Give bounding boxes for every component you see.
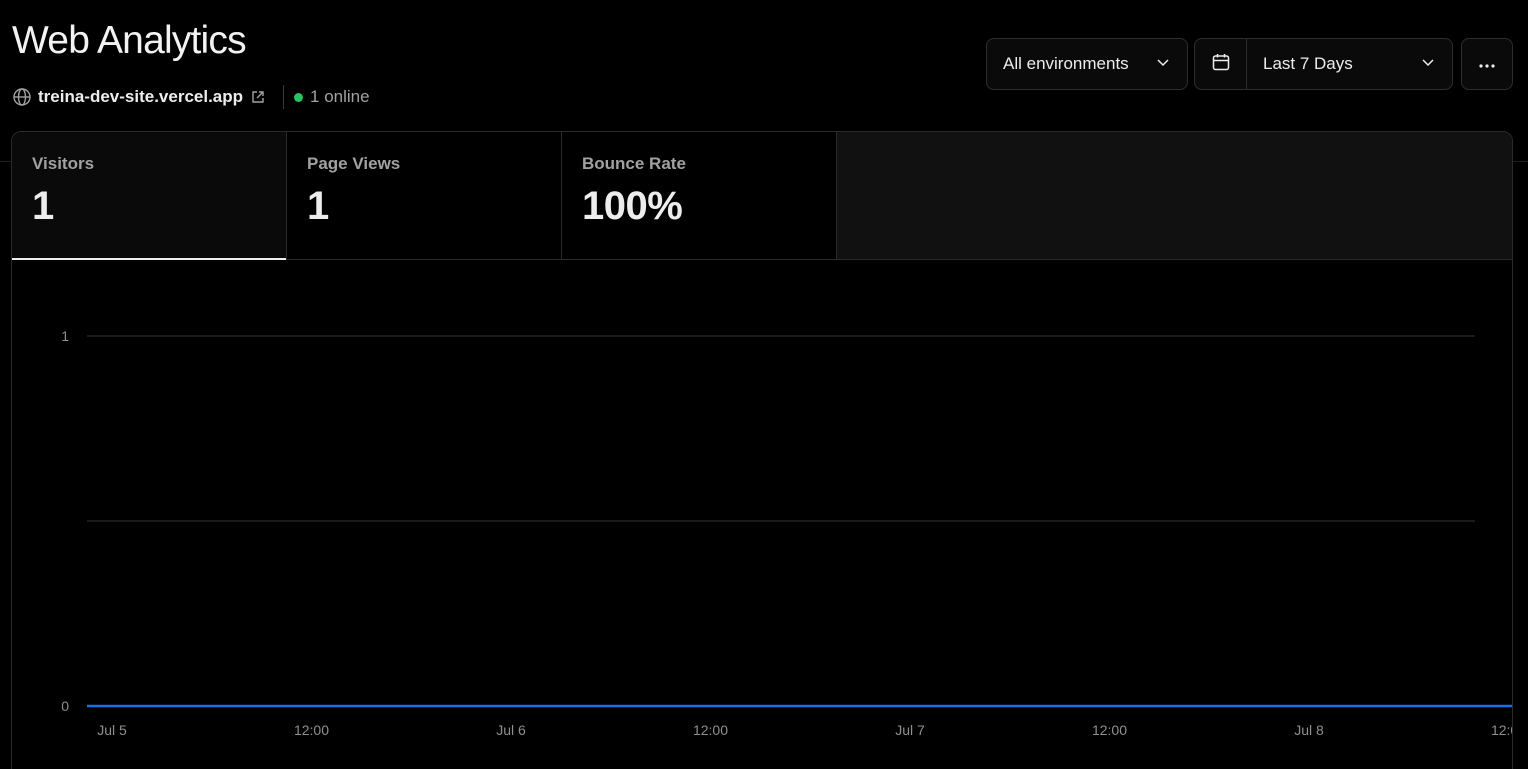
stat-label: Visitors (32, 154, 95, 173)
date-range-group: Last 7 Days (1194, 38, 1453, 90)
site-domain: treina-dev-site.vercel.app (38, 87, 244, 106)
stat-value: 100% (582, 184, 683, 228)
stat-label: Page Views (307, 154, 401, 173)
y-tick-label: 0 (61, 698, 69, 714)
environment-select[interactable]: All environments (986, 38, 1188, 90)
y-tick-label: 1 (61, 328, 69, 344)
stat-tab-visitors[interactable]: Visitors 1 (12, 132, 287, 260)
visitors-chart: 0 1 Jul 5 12:00 Jul 6 12:00 Jul 7 12:00 Jul 8 12:… (61, 328, 1513, 738)
chevron-down-icon (1155, 54, 1171, 75)
page-title: Web Analytics (12, 19, 247, 62)
analytics-card: Visitors 1 Page Views 1 Bounce Rate 100%… (11, 131, 1513, 769)
site-info: treina-dev-site.vercel.app 1 online (12, 85, 370, 109)
external-link-icon (251, 90, 265, 104)
web-analytics-page: Web Analytics treina-dev-site.vercel.app… (0, 0, 1528, 769)
stats-filler (837, 132, 1512, 259)
site-link[interactable]: treina-dev-site.vercel.app (38, 87, 265, 107)
x-tick-label: 12:00 (1092, 722, 1127, 738)
x-tick-label: Jul 5 (97, 722, 127, 738)
date-range-select[interactable]: Last 7 Days (1247, 39, 1452, 89)
online-status-dot (294, 92, 304, 102)
online-count: 1 online (310, 87, 370, 106)
x-tick-label: Jul 8 (1294, 722, 1324, 738)
x-tick-label: Jul 6 (496, 722, 526, 738)
ellipsis-icon (1478, 54, 1496, 74)
stat-value: 1 (32, 184, 54, 228)
stat-value: 1 (307, 184, 329, 228)
chevron-down-icon (1420, 54, 1436, 75)
calendar-icon (1211, 52, 1231, 77)
environment-select-value: All environments (1003, 54, 1129, 73)
stat-tab-page-views[interactable]: Page Views 1 (287, 132, 562, 259)
stat-label: Bounce Rate (582, 154, 686, 173)
more-options-button[interactable] (1461, 38, 1513, 90)
stat-tab-bounce-rate[interactable]: Bounce Rate 100% (562, 132, 837, 259)
x-tick-label: Jul 7 (895, 722, 925, 738)
globe-icon (12, 87, 32, 107)
calendar-button[interactable] (1195, 39, 1247, 89)
x-tick-label: 12:00 (693, 722, 728, 738)
divider (283, 85, 285, 109)
date-range-value: Last 7 Days (1263, 54, 1353, 73)
x-tick-label: 12:00 (294, 722, 329, 738)
x-tick-label: 12:00 (1491, 722, 1513, 738)
stats-tabs: Visitors 1 Page Views 1 Bounce Rate 100% (12, 132, 1512, 260)
